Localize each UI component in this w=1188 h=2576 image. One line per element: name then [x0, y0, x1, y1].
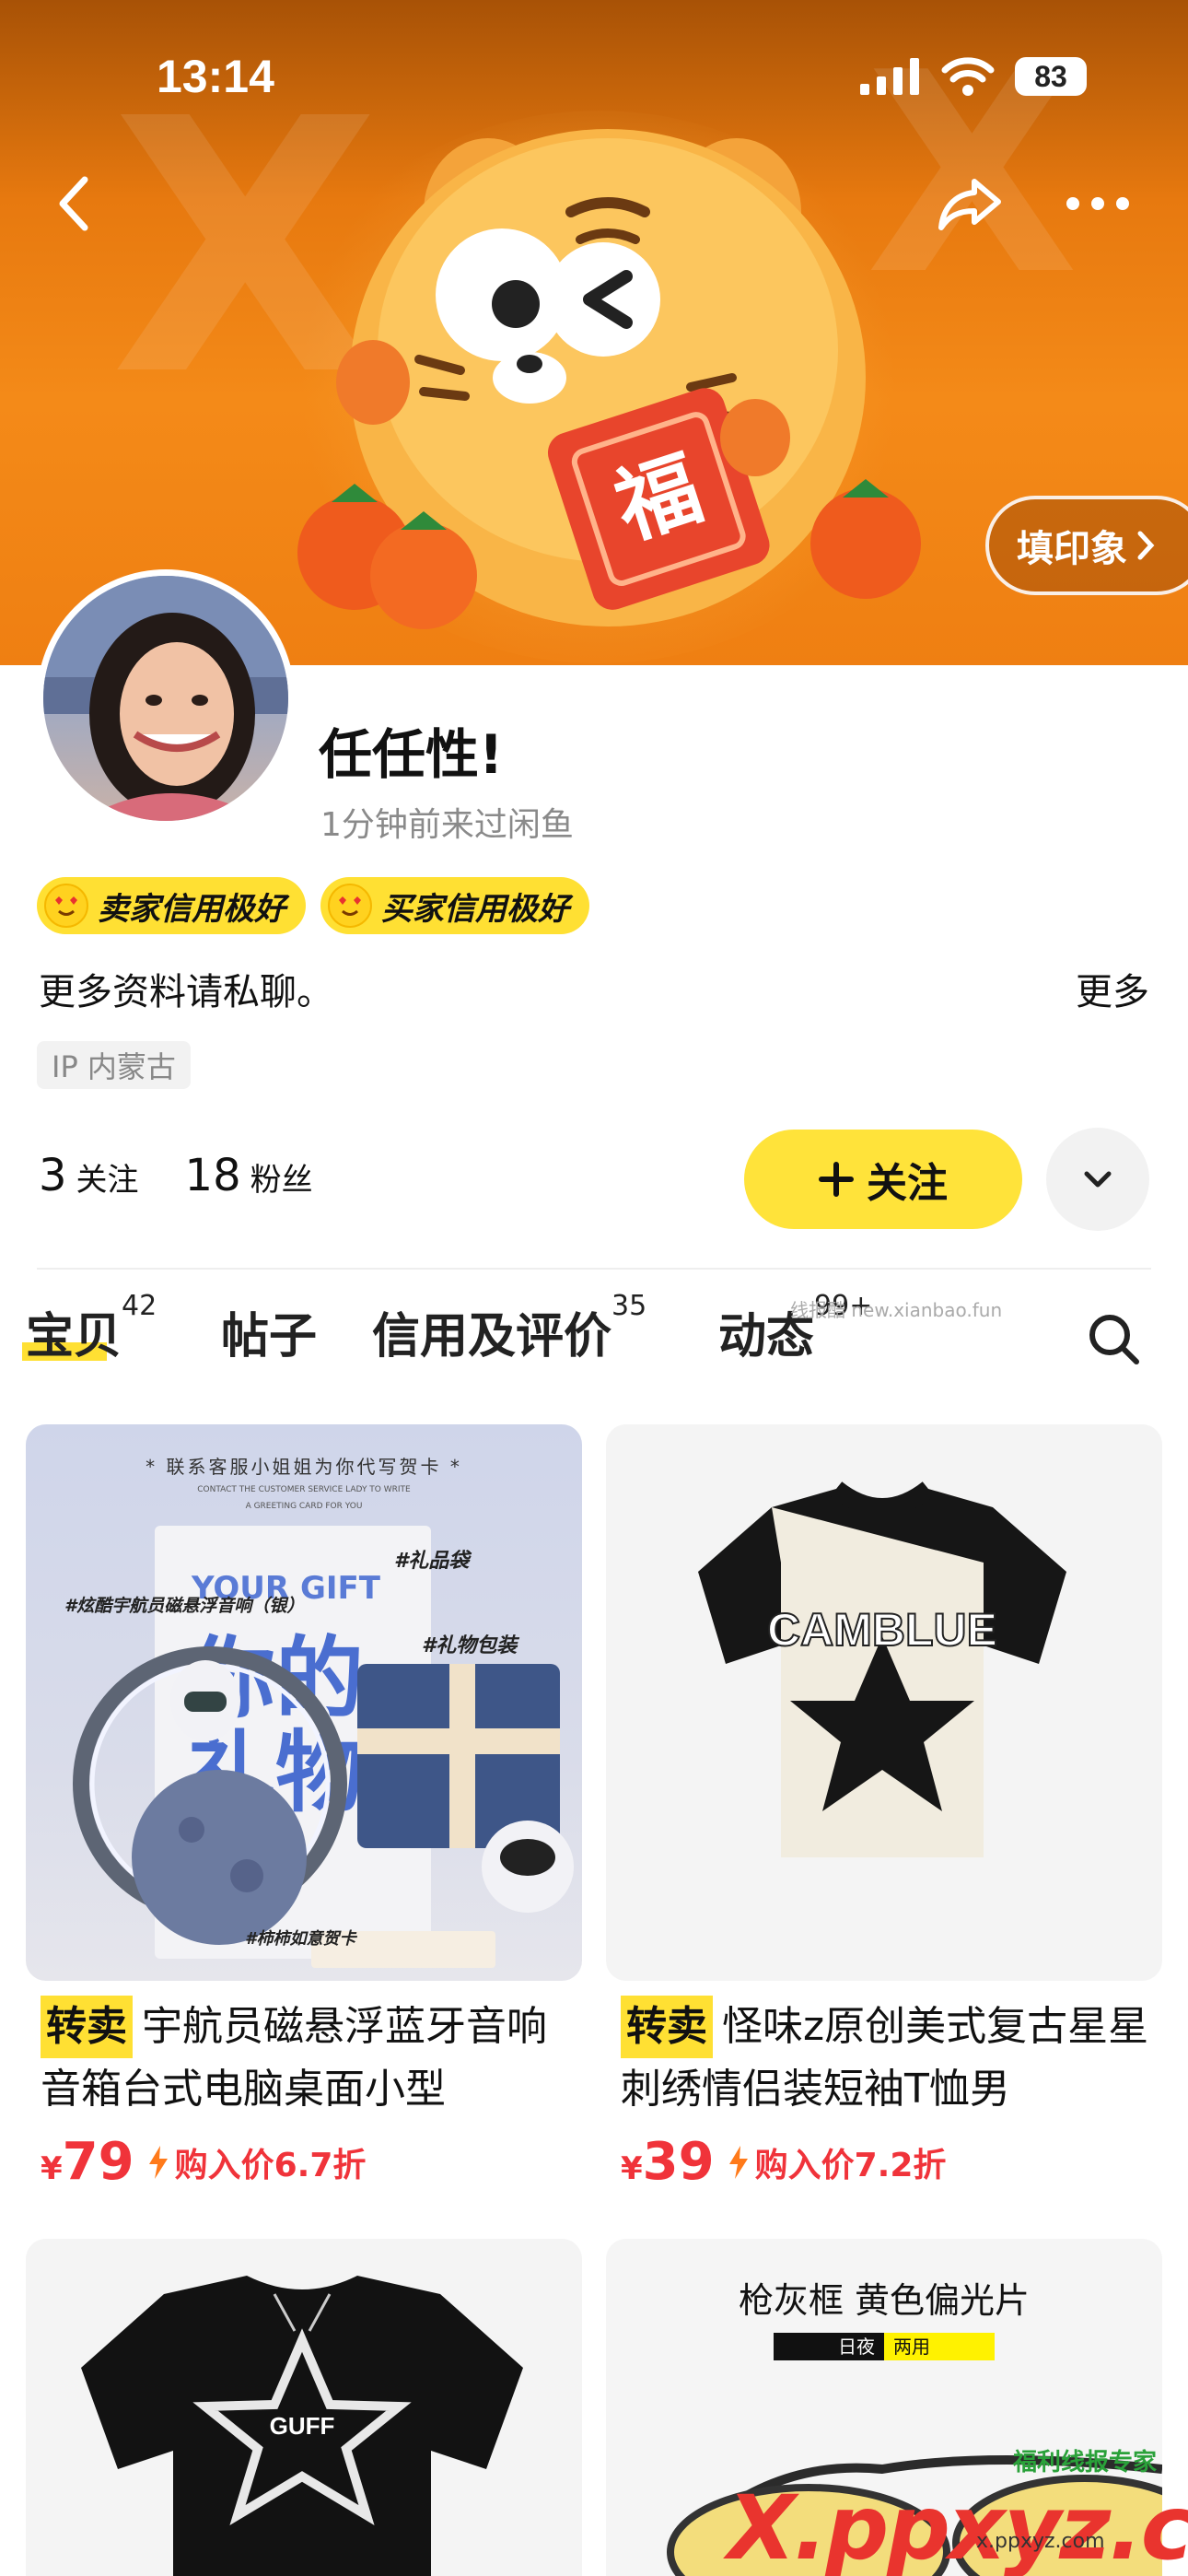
product-image[interactable]: * 联系客服小姐姐为你代写贺卡 * CONTACT THE CUSTOMER S… — [26, 1424, 582, 1981]
follow-button[interactable]: 关注 — [744, 1130, 1022, 1229]
fill-impression-button[interactable]: 填印象 — [985, 496, 1188, 595]
divider — [37, 1268, 1151, 1270]
resale-tag: 转卖 — [621, 1996, 713, 2058]
last-seen-text: 1分钟前来过闲鱼 — [320, 806, 574, 844]
status-time: 13:14 — [157, 51, 274, 102]
black-tshirt-image: GUFF — [81, 2276, 523, 2576]
share-icon — [938, 179, 1001, 230]
seller-credit-badge[interactable]: 卖家信用极好 — [37, 877, 306, 934]
share-button[interactable] — [934, 171, 1007, 236]
back-arrow-icon — [59, 176, 88, 231]
follow-button-label: 关注 — [867, 1160, 948, 1207]
product-price: ¥39 购入价7.2折 — [621, 2132, 946, 2192]
profile-banner: X X 福 13:14 83 填印象 — [0, 0, 1188, 665]
tab-count: 35 — [611, 1290, 647, 1322]
watermark-logo: X.ppxyz.com — [728, 2476, 1188, 2576]
seller-credit-label: 卖家信用极好 — [98, 890, 285, 928]
more-options-button[interactable] — [1061, 181, 1135, 227]
astronaut-speaker-image — [73, 1646, 574, 1968]
discount-label: 购入价6.7折 — [174, 2147, 367, 2184]
buyer-credit-label: 买家信用极好 — [381, 890, 569, 928]
social-stats: 3 关注 18 粉丝 — [39, 1150, 313, 1201]
watermark-text: 线报酷 new.xianbao.fun — [790, 1299, 1003, 1321]
search-icon — [1089, 1315, 1139, 1364]
expand-options-button[interactable] — [1046, 1128, 1149, 1231]
profile-bio: 更多资料请私聊。 — [39, 971, 333, 1013]
more-link[interactable]: 更多 — [1076, 962, 1149, 1015]
tab-label: 帖子 — [221, 1309, 318, 1364]
more-dots-icon — [1066, 197, 1129, 210]
product-price: ¥79 购入价6.7折 — [41, 2132, 366, 2192]
plus-icon — [819, 1162, 854, 1197]
tab-count: 42 — [122, 1290, 157, 1322]
ip-location: IP 内蒙古 — [37, 1041, 191, 1089]
followers-label[interactable]: 粉丝 — [250, 1154, 313, 1200]
shirt-print: CAMBLUE — [767, 1604, 997, 1656]
tab-label: 信用及评价 — [372, 1309, 612, 1364]
back-button[interactable] — [46, 171, 101, 236]
impression-label: 填印象 — [1017, 528, 1127, 570]
tab-posts[interactable]: 帖子 — [221, 1297, 317, 1366]
battery-indicator: 83 — [1015, 57, 1087, 96]
lightning-icon — [728, 2146, 748, 2179]
signal-icon — [860, 58, 919, 95]
price-value: 79 — [62, 2132, 134, 2192]
tab-items[interactable]: 宝贝42 — [22, 1290, 157, 1366]
price-value: 39 — [642, 2132, 715, 2192]
following-label[interactable]: 关注 — [76, 1154, 139, 1200]
product-title[interactable]: 转卖 怪味z原创美式复古星星刺绣情侣装短袖T恤男 — [621, 1996, 1164, 2121]
profile-page: X X 福 13:14 83 填印象 任任性! 1分钟前来过闲鱼 卖家信用极好 … — [0, 0, 1188, 2576]
heart-eyes-face-icon — [328, 884, 372, 928]
shirt-print: GUFF — [270, 2412, 335, 2440]
resale-tag: 转卖 — [41, 1996, 133, 2058]
avatar[interactable] — [37, 569, 295, 827]
watermark-text: x.ppxyz.com — [976, 2530, 1105, 2553]
followers-count[interactable]: 18 — [185, 1150, 241, 1201]
avatar-photo — [43, 576, 288, 821]
watermark-text: 福利线报专家 — [1013, 2449, 1158, 2476]
currency-symbol: ¥ — [41, 2150, 63, 2187]
status-icons: 83 — [860, 57, 1087, 96]
currency-symbol: ¥ — [621, 2150, 643, 2187]
product-image[interactable]: GUFF — [26, 2239, 582, 2576]
credit-badges: 卖家信用极好 买家信用极好 — [37, 877, 589, 934]
buyer-credit-badge[interactable]: 买家信用极好 — [320, 877, 589, 934]
heart-eyes-face-icon — [44, 884, 88, 928]
profile-name: 任任性! — [319, 723, 504, 786]
tab-credit-reviews[interactable]: 信用及评价35 — [372, 1290, 646, 1366]
discount-label: 购入价7.2折 — [754, 2147, 947, 2184]
wifi-icon — [941, 57, 995, 96]
search-button[interactable] — [1087, 1312, 1140, 1369]
image-caption: #柿柿如意贺卡 — [245, 1929, 356, 1949]
tshirt-image: CAMBLUE — [698, 1481, 1066, 1857]
product-title[interactable]: 转卖 宇航员磁悬浮蓝牙音响音箱台式电脑桌面小型 — [41, 1996, 584, 2121]
chevron-down-icon — [1084, 1171, 1112, 1188]
tab-label: 宝贝 — [26, 1309, 122, 1364]
chevron-right-icon — [1137, 531, 1155, 560]
lightning-icon — [148, 2146, 168, 2179]
following-count[interactable]: 3 — [39, 1150, 67, 1201]
product-image[interactable]: CAMBLUE — [606, 1424, 1162, 1981]
